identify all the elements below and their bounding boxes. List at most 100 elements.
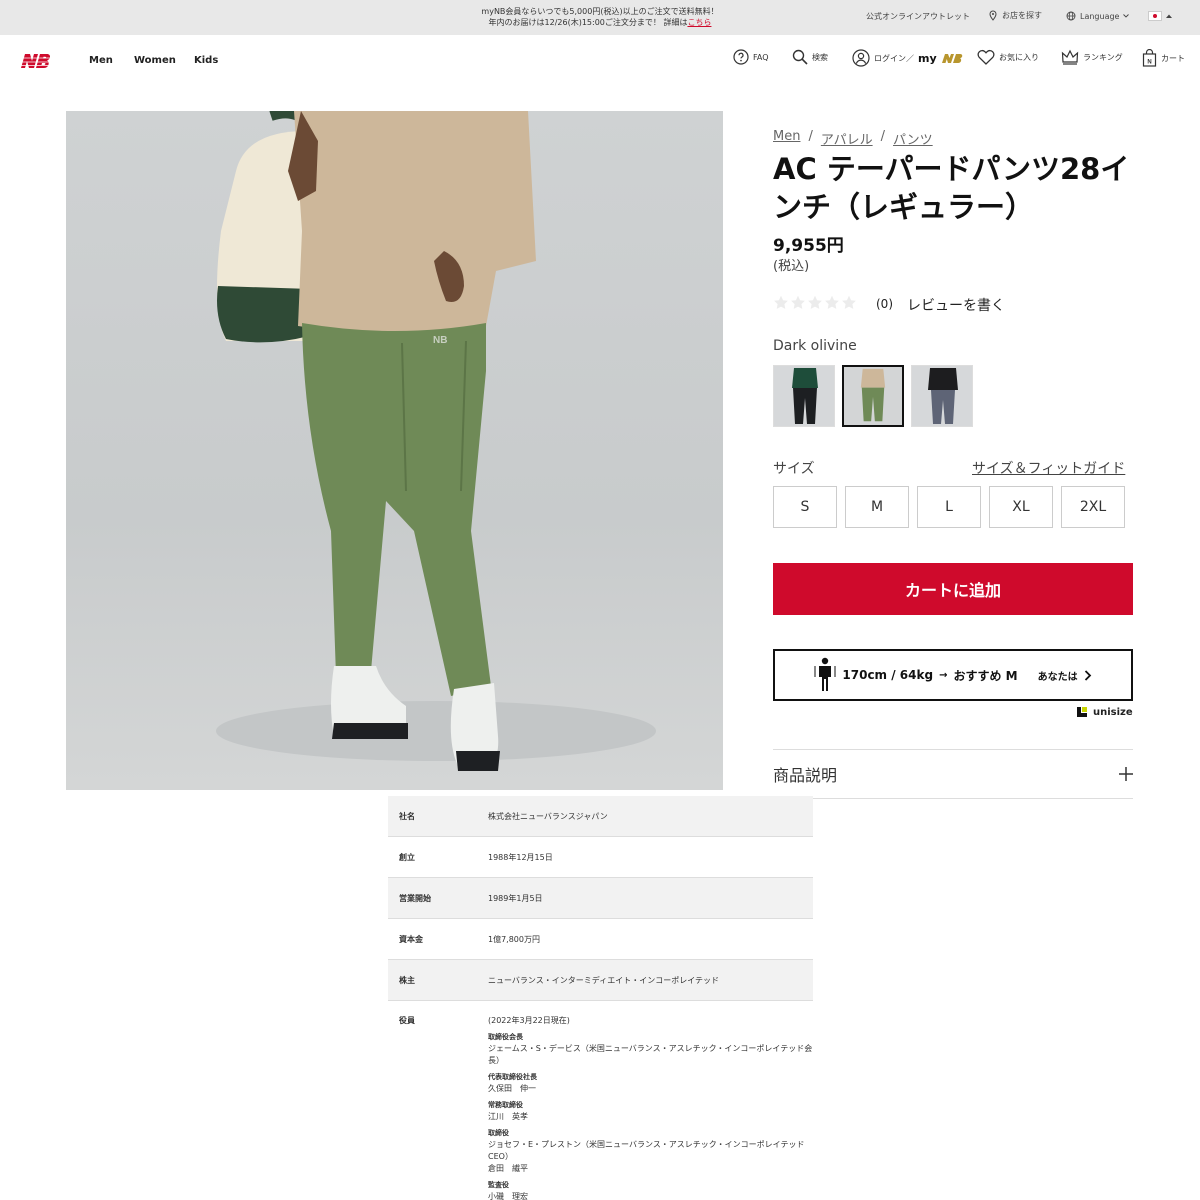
- cart-label: カート: [1161, 53, 1185, 63]
- question-circle-icon: [733, 49, 749, 65]
- row-value: 1989年1月5日: [488, 893, 543, 903]
- table-row: 社名 株式会社ニューバランスジャパン: [388, 796, 813, 837]
- selected-color-name: Dark olivine: [773, 338, 857, 354]
- login-mynb-link[interactable]: ログイン／ my: [852, 49, 963, 67]
- size-option-m[interactable]: M: [845, 486, 909, 528]
- swatch-thumbnail: [844, 367, 902, 425]
- language-selector[interactable]: Language: [1066, 11, 1130, 21]
- rating-stars[interactable]: [773, 295, 857, 310]
- product-main-image[interactable]: NB: [66, 111, 723, 790]
- search-icon: [792, 49, 808, 65]
- breadcrumb-separator: /: [880, 129, 885, 144]
- svg-text:N: N: [1147, 59, 1151, 65]
- description-label: 商品説明: [773, 766, 838, 785]
- breadcrumb-men[interactable]: Men: [773, 129, 800, 148]
- unisize-logo: unisize: [1076, 706, 1133, 718]
- chevron-right-icon: [1084, 669, 1091, 681]
- size-option-s[interactable]: S: [773, 486, 837, 528]
- ranking-link[interactable]: ランキング: [1061, 49, 1123, 65]
- star-icon: [808, 295, 822, 309]
- swatch-thumbnail: [912, 366, 972, 426]
- size-label: サイズ: [773, 461, 815, 477]
- svg-text:NB: NB: [433, 335, 447, 346]
- star-icon: [825, 295, 839, 309]
- nav-men[interactable]: Men: [89, 55, 113, 66]
- location-pin-icon: [989, 10, 997, 21]
- mynb-label: my: [918, 51, 937, 65]
- country-selector[interactable]: [1148, 11, 1172, 21]
- search-label: 検索: [812, 52, 828, 62]
- executive-role: 代表取締役社長: [488, 1073, 537, 1081]
- review-count: (0): [876, 297, 893, 311]
- outlet-link[interactable]: 公式オンラインアウトレット: [866, 11, 970, 22]
- price-tax-note: (税込): [773, 259, 810, 274]
- table-row-executives: 役員 (2022年3月22日現在) 取締役会長 ジェームス・S・デービス（米国ニ…: [388, 1001, 813, 1200]
- row-key: 営業開始: [399, 893, 431, 903]
- nav-women[interactable]: Women: [134, 55, 176, 66]
- arrow-right-icon: →: [939, 669, 948, 681]
- nb-logo-icon: [18, 54, 52, 68]
- table-row: 創立 1988年12月15日: [388, 837, 813, 878]
- unisize-you-label: あなたは: [1037, 671, 1078, 683]
- product-price: 9,955円: [773, 236, 844, 256]
- ranking-label: ランキング: [1083, 52, 1123, 62]
- row-value: ニューバランス・インターミディエイト・インコーポレイテッド: [488, 975, 720, 985]
- promo-line-2: 年内のお届けは12/26(木)15:00ご注文分まで！ 詳細は: [488, 18, 688, 27]
- star-icon: [791, 295, 805, 309]
- executives-list: (2022年3月22日現在) 取締役会長 ジェームス・S・デービス（米国ニューバ…: [488, 1015, 813, 1200]
- globe-icon: [1066, 11, 1076, 21]
- executive-name: ジョセフ・E・プレストン（米国ニューバランス・アスレチック・インコーポレイテッド…: [488, 1140, 805, 1161]
- write-review-link[interactable]: レビューを書く: [907, 295, 1005, 315]
- breadcrumb: Men / アパレル / パンツ: [773, 129, 933, 148]
- promo-details-link[interactable]: こちら: [687, 18, 711, 27]
- size-option-l[interactable]: L: [917, 486, 981, 528]
- row-value: 1億7,800万円: [488, 934, 540, 944]
- color-swatch-black[interactable]: [773, 365, 835, 427]
- favorites-link[interactable]: お気に入り: [977, 49, 1039, 65]
- faq-label: FAQ: [753, 52, 769, 62]
- row-key: 株主: [399, 975, 415, 985]
- executive-name: 江川 英孝: [488, 1112, 528, 1121]
- row-key: 役員: [399, 1016, 415, 1025]
- color-swatch-grey[interactable]: [911, 365, 973, 427]
- outlet-label: 公式オンラインアウトレット: [866, 12, 970, 21]
- executives-date: (2022年3月22日現在): [488, 1016, 570, 1025]
- search-button[interactable]: 検索: [792, 49, 828, 65]
- user-circle-icon: [852, 49, 870, 67]
- unisize-mark-icon: [1077, 707, 1087, 717]
- row-key: 社名: [399, 811, 415, 821]
- crown-icon: [1061, 49, 1079, 65]
- promo-banner: myNB会員ならいつでも5,000円(税込)以上のご注文で送料無料！ 年内のお届…: [380, 6, 820, 28]
- faq-link[interactable]: FAQ: [733, 49, 769, 65]
- row-key: 創立: [399, 852, 415, 862]
- size-fit-guide-link[interactable]: サイズ＆フィットガイド: [972, 458, 1125, 478]
- swatch-thumbnail: [774, 366, 834, 426]
- size-option-2xl[interactable]: 2XL: [1061, 486, 1125, 528]
- table-row: 資本金 1億7,800万円: [388, 919, 813, 960]
- breadcrumb-apparel[interactable]: アパレル: [821, 129, 873, 148]
- cart-link[interactable]: N カート: [1142, 49, 1185, 67]
- unisize-recommendation-button[interactable]: 170cm / 64kg → おすすめ M あなたは: [773, 649, 1133, 701]
- shopping-bag-icon: N: [1142, 49, 1157, 67]
- store-label: お店を探す: [1002, 11, 1042, 20]
- color-swatch-dark-olivine[interactable]: [842, 365, 904, 427]
- product-description-accordion[interactable]: 商品説明: [773, 749, 1133, 799]
- top-banner: myNB会員ならいつでも5,000円(税込)以上のご注文で送料無料！ 年内のお届…: [0, 0, 1200, 35]
- row-value: 株式会社ニューバランスジャパン: [488, 811, 608, 821]
- nb-gold-logo-icon: [941, 53, 962, 63]
- company-info-table: 社名 株式会社ニューバランスジャパン 創立 1988年12月15日 営業開始 1…: [388, 796, 813, 1200]
- store-locator-link[interactable]: お店を探す: [988, 10, 1042, 21]
- nav-kids[interactable]: Kids: [194, 55, 218, 66]
- size-option-xl[interactable]: XL: [989, 486, 1053, 528]
- site-header: Men Women Kids FAQ 検索 ログイン／ my お気に入り ランキ…: [0, 35, 1200, 87]
- unisize-recommended-size: おすすめ M: [953, 668, 1018, 683]
- body-figure-icon: [814, 657, 836, 691]
- breadcrumb-pants[interactable]: パンツ: [893, 129, 933, 148]
- new-balance-logo[interactable]: [18, 53, 52, 73]
- product-title: AC テーパードパンツ28インチ（レギュラー）: [773, 152, 1130, 224]
- executive-role: 取締役: [488, 1129, 509, 1137]
- add-to-cart-button[interactable]: カートに追加: [773, 563, 1133, 615]
- favorites-label: お気に入り: [999, 52, 1039, 62]
- executive-role: 常務取締役: [488, 1101, 523, 1109]
- breadcrumb-separator: /: [808, 129, 813, 144]
